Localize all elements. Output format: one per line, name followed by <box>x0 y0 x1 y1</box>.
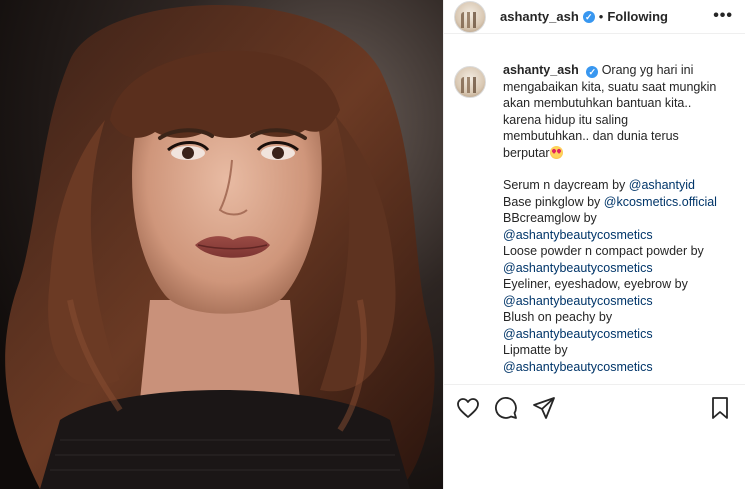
caption-line: membutuhkan.. dan dunia terus <box>503 129 679 143</box>
heart-eyes-emoji-icon <box>549 145 563 159</box>
comment-icon[interactable] <box>494 396 518 420</box>
caption-line: karena hidup itu saling <box>503 112 629 127</box>
post-sidebar: ashanty_ash ✓ • Following ••• ashanty_as… <box>443 0 745 489</box>
credit-line: Serum n daycream by @ashantyid <box>503 177 743 194</box>
credit-text: Base pinkglow by <box>503 194 604 209</box>
username-link[interactable]: ashanty_ash <box>500 9 579 24</box>
caption-section: ashanty_ash ✓ Orang yg hari ini mengabai… <box>444 62 745 382</box>
portrait-image <box>0 0 443 489</box>
more-options-button[interactable]: ••• <box>713 7 733 25</box>
follow-status-button[interactable]: Following <box>607 9 668 24</box>
separator: • <box>598 9 604 24</box>
credit-line: Loose powder n compact powder by <box>503 244 704 258</box>
mention-link[interactable]: @ashantybeautycosmetics <box>503 326 743 343</box>
caption-line: berputar <box>503 145 743 162</box>
caption-avatar[interactable] <box>454 66 486 98</box>
credit-line: BBcreamglow by <box>503 211 597 225</box>
action-bar <box>444 384 745 430</box>
mention-link[interactable]: @ashantybeautycosmetics <box>503 359 743 376</box>
credit-line: Blush on peachy by <box>503 310 613 324</box>
post-header: ashanty_ash ✓ • Following ••• <box>444 0 745 34</box>
verified-badge-icon: ✓ <box>586 66 599 78</box>
caption-intro-text: Orang yg hari ini <box>601 63 694 77</box>
mention-link[interactable]: @kcosmetics.official <box>604 195 717 209</box>
caption-line: ashanty_ash ✓ Orang yg hari ini <box>503 62 743 79</box>
mention-link[interactable]: @ashantybeautycosmetics <box>503 260 743 277</box>
verified-badge-icon: ✓ <box>582 10 595 23</box>
credit-line: Base pinkglow by @kcosmetics.official <box>503 194 743 211</box>
caption-line-text: berputar <box>503 145 550 160</box>
share-icon[interactable] <box>532 396 556 420</box>
caption-username-link[interactable]: ashanty_ash <box>503 63 579 77</box>
heart-icon[interactable] <box>456 396 480 420</box>
bookmark-icon[interactable] <box>708 396 732 420</box>
mention-link[interactable]: @ashantybeautycosmetics <box>503 227 743 244</box>
credit-line: Lipmatte by <box>503 343 568 357</box>
mention-link[interactable]: @ashantyid <box>629 178 695 192</box>
avatar[interactable] <box>454 0 486 33</box>
credit-line: Eyeliner, eyeshadow, eyebrow by <box>503 277 688 291</box>
credit-text: Serum n daycream by <box>503 178 629 192</box>
post-photo[interactable] <box>0 0 443 489</box>
caption-line: mengabaikan kita, suatu saat mungkin <box>503 79 717 94</box>
caption-text: ashanty_ash ✓ Orang yg hari ini mengabai… <box>503 62 743 375</box>
mention-link[interactable]: @ashantybeautycosmetics <box>503 293 743 310</box>
caption-line: akan membutuhkan bantuan kita.. <box>503 96 692 110</box>
